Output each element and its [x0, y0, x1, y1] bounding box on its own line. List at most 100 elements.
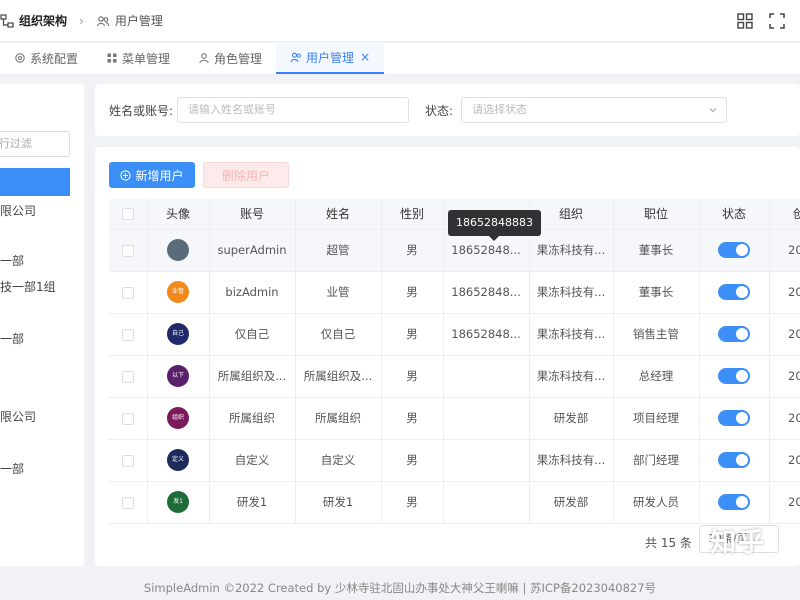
- status-select-placeholder: 请选择状态: [472, 103, 528, 116]
- org-cell: 研发部: [529, 397, 614, 440]
- org-tree-panel: 行过滤 限公司 一部 技一部1组 一部 限公司 一部: [0, 84, 84, 566]
- row-checkbox[interactable]: [121, 370, 134, 383]
- chevron-down-icon: [709, 108, 717, 113]
- status-toggle[interactable]: [718, 410, 750, 426]
- search-filter-panel: 姓名或账号: 请输入姓名或账号 状态: 请选择状态: [95, 84, 800, 136]
- row-select-cell[interactable]: [109, 229, 148, 272]
- breadcrumb-org[interactable]: 组织架构: [19, 12, 67, 29]
- tab-user-manage[interactable]: 用户管理 ×: [276, 42, 385, 74]
- tree-selected-item[interactable]: [0, 168, 70, 196]
- plus-circle-icon: [120, 169, 132, 181]
- row-select-cell[interactable]: [109, 439, 148, 482]
- org-cell: 研发部: [529, 481, 614, 524]
- column-header-created: 创: [769, 199, 800, 230]
- avatar: 发1: [167, 491, 189, 513]
- avatar: 业管: [167, 281, 189, 303]
- fullscreen-icon[interactable]: [768, 12, 786, 30]
- account-cell: 研发1: [209, 481, 296, 524]
- gender-cell: 男: [381, 439, 444, 482]
- table-row[interactable]: 发1研发1研发1男研发部研发人员202: [109, 481, 800, 524]
- tree-item[interactable]: 一部: [0, 460, 24, 477]
- tree-item[interactable]: 限公司: [0, 408, 36, 425]
- phone-cell: [443, 481, 530, 524]
- name-cell: 自定义: [295, 439, 382, 482]
- select-all-checkbox[interactable]: [121, 208, 134, 221]
- avatar-cell: 以下: [147, 355, 210, 398]
- table-row[interactable]: 定义自定义自定义男果冻科技有...部门经理202: [109, 439, 800, 482]
- avatar-cell: 定义: [147, 439, 210, 482]
- row-checkbox[interactable]: [121, 454, 134, 467]
- table-row[interactable]: 业管bizAdmin业管男18652848...果冻科技有...董事长202: [109, 271, 800, 314]
- table-row[interactable]: 以下所属组织及...所属组织及...男果冻科技有...总经理202: [109, 355, 800, 398]
- status-select[interactable]: 请选择状态: [461, 97, 728, 123]
- column-header-status: 状态: [699, 199, 770, 230]
- breadcrumb-separator-icon: ›: [79, 13, 84, 28]
- gender-cell: 男: [381, 271, 444, 314]
- delete-user-button[interactable]: 删除用户: [203, 162, 289, 188]
- row-checkbox[interactable]: [121, 412, 134, 425]
- status-cell: [699, 481, 770, 524]
- org-cell: 果冻科技有...: [529, 271, 614, 314]
- row-checkbox[interactable]: [121, 328, 134, 341]
- status-toggle[interactable]: [718, 284, 750, 300]
- zhihu-watermark-logo: 知乎: [710, 528, 767, 558]
- tree-item[interactable]: 一部: [0, 330, 24, 347]
- row-checkbox[interactable]: [121, 286, 134, 299]
- column-header-account: 账号: [209, 199, 296, 230]
- account-cell: bizAdmin: [209, 271, 296, 314]
- row-select-cell[interactable]: [109, 355, 148, 398]
- avatar: [167, 239, 189, 261]
- table-row[interactable]: 组织所属组织所属组织男研发部项目经理202: [109, 397, 800, 440]
- org-cell: 果冻科技有...: [529, 439, 614, 482]
- org-tree-icon: [0, 13, 14, 28]
- status-toggle[interactable]: [718, 368, 750, 384]
- phone-cell: [443, 439, 530, 482]
- avatar-cell: 组织: [147, 397, 210, 440]
- status-cell: [699, 439, 770, 482]
- page-footer: SimpleAdmin ©2022 Created by 少林寺驻北固山办事处大…: [143, 581, 657, 595]
- tree-item[interactable]: 限公司: [0, 202, 36, 219]
- status-toggle[interactable]: [718, 242, 750, 258]
- layout-grid-icon[interactable]: [736, 12, 754, 30]
- row-select-cell[interactable]: [109, 397, 148, 440]
- status-toggle[interactable]: [718, 452, 750, 468]
- gender-cell: 男: [381, 397, 444, 440]
- tree-item[interactable]: 一部: [0, 252, 24, 269]
- row-checkbox[interactable]: [121, 244, 134, 257]
- users-icon: [96, 15, 110, 26]
- tab-role-manage[interactable]: 角色管理: [184, 42, 276, 74]
- tab-system-config[interactable]: 系统配置: [0, 42, 92, 74]
- status-toggle[interactable]: [718, 326, 750, 342]
- phone-cell: 18652848...: [443, 271, 530, 314]
- select-all-cell[interactable]: [109, 199, 148, 230]
- avatar: 组织: [167, 407, 189, 429]
- table-row[interactable]: 自己仅自己仅自己男18652848...果冻科技有...销售主管202: [109, 313, 800, 356]
- row-select-cell[interactable]: [109, 271, 148, 314]
- column-header-org: 组织: [529, 199, 614, 230]
- avatar: 自己: [167, 323, 189, 345]
- created-cell: 202: [769, 439, 800, 482]
- position-cell: 部门经理: [613, 439, 700, 482]
- tab-label: 角色管理: [214, 51, 263, 66]
- tree-filter-input[interactable]: 行过滤: [0, 131, 70, 157]
- tab-menu-manage[interactable]: 菜单管理: [92, 42, 184, 74]
- avatar: 定义: [167, 449, 189, 471]
- row-select-cell[interactable]: [109, 481, 148, 524]
- row-select-cell[interactable]: [109, 313, 148, 356]
- row-checkbox[interactable]: [121, 496, 134, 509]
- tab-label: 系统配置: [30, 51, 79, 66]
- name-search-input[interactable]: 请输入姓名或账号: [177, 97, 410, 123]
- position-cell: 项目经理: [613, 397, 700, 440]
- column-header-name: 姓名: [295, 199, 382, 230]
- created-cell: 202: [769, 481, 800, 524]
- avatar-cell: 业管: [147, 271, 210, 314]
- tab-label: 用户管理: [306, 50, 355, 65]
- gender-cell: 男: [381, 355, 444, 398]
- account-cell: superAdmin: [209, 229, 296, 272]
- status-toggle[interactable]: [718, 494, 750, 510]
- close-icon[interactable]: ×: [360, 50, 370, 64]
- add-user-button[interactable]: 新增用户: [109, 162, 195, 188]
- tree-item[interactable]: 技一部1组: [0, 278, 56, 295]
- add-user-label: 新增用户: [135, 168, 184, 183]
- avatar: 以下: [167, 365, 189, 387]
